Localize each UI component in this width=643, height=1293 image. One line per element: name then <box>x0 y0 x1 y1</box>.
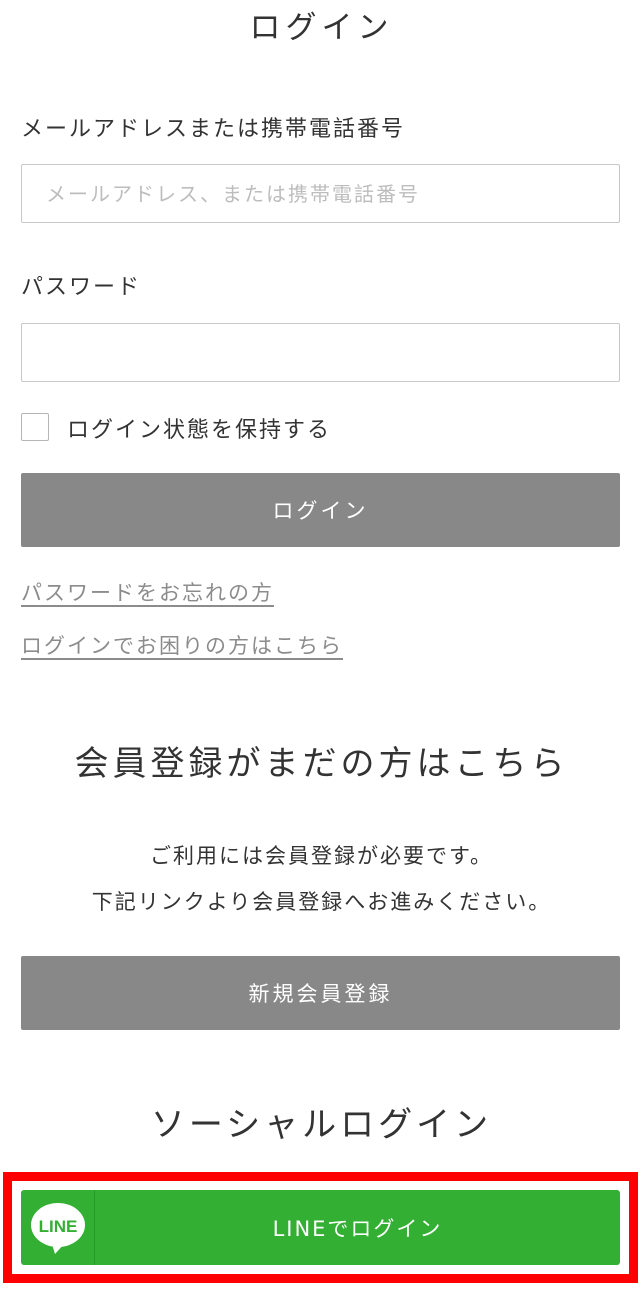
line-logo-icon: LINE <box>31 1203 85 1254</box>
page-title: ログイン <box>249 10 394 46</box>
register-info-line-2: 下記リンクより会員登録へお進みください。 <box>91 890 552 914</box>
register-button[interactable]: 新規会員登録 <box>21 956 620 1030</box>
login-button[interactable]: ログイン <box>21 473 620 547</box>
line-login-button-label: LINEでログイン <box>272 1216 443 1241</box>
login-button-label: ログイン <box>272 499 369 523</box>
password-input[interactable] <box>21 323 620 382</box>
social-login-title: ソーシャルログイン <box>150 1105 493 1145</box>
line-login-button[interactable]: LINE LINEでログイン <box>21 1190 620 1265</box>
login-help-link[interactable]: ログインでお困りの方はこちら <box>21 630 343 660</box>
register-info-line-1: ご利用には会員登録が必要です。 <box>150 844 493 868</box>
email-input[interactable] <box>21 164 620 223</box>
line-logo-text: LINE <box>39 1217 78 1236</box>
register-section-title: 会員登録がまだの方はこちら <box>74 744 569 784</box>
forgot-password-link[interactable]: パスワードをお忘れの方 <box>21 577 274 607</box>
line-logo-area: LINE <box>21 1190 95 1265</box>
password-label: パスワード <box>21 275 142 300</box>
email-label: メールアドレスまたは携帯電話番号 <box>21 117 406 142</box>
remember-me-checkbox[interactable] <box>21 413 49 441</box>
register-button-label: 新規会員登録 <box>248 982 393 1006</box>
remember-me-label[interactable]: ログイン状態を保持する <box>67 412 331 444</box>
